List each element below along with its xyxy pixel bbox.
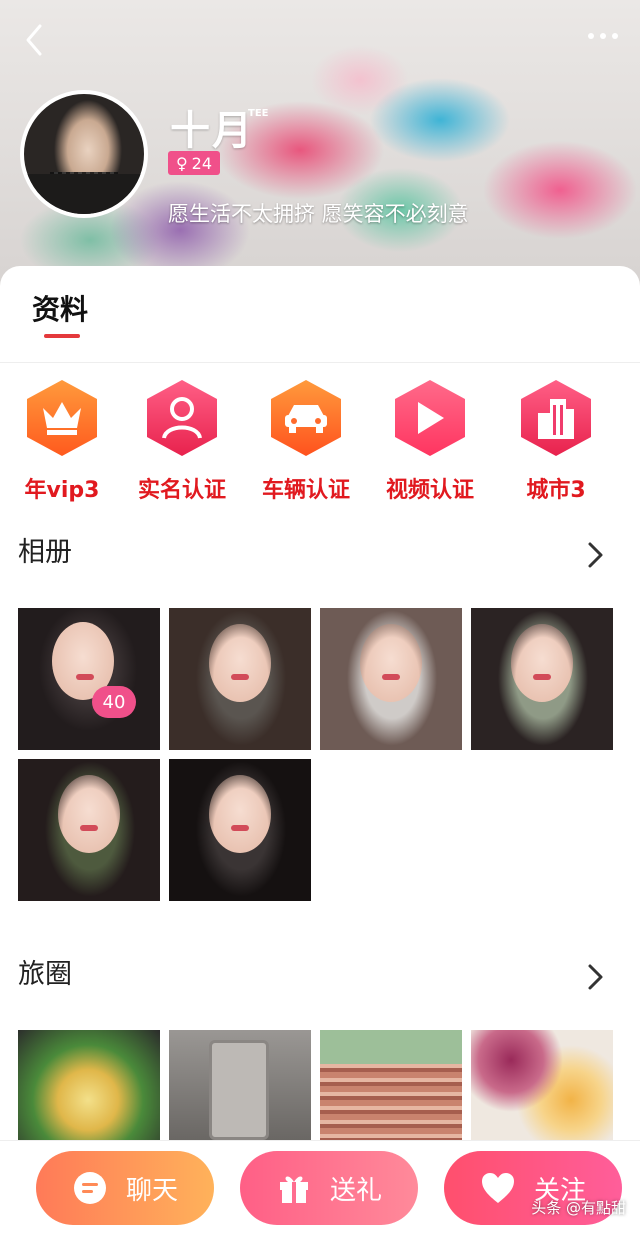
- badge-vehicle[interactable]: 车辆认证: [244, 380, 368, 510]
- tab-profile[interactable]: 资料: [32, 288, 88, 328]
- profile-header: 十月 TEE ♀ 24 愿生活不太拥挤 愿笑容不必刻意: [0, 0, 640, 290]
- album-photo[interactable]: [18, 608, 160, 750]
- person-icon: [147, 380, 217, 456]
- moments-more-chevron-icon[interactable]: [584, 962, 606, 992]
- chat-bubble-icon: [72, 1170, 108, 1206]
- badge-label: 车辆认证: [261, 478, 350, 503]
- album-title: 相册: [18, 537, 72, 568]
- name-tag: TEE: [248, 108, 269, 119]
- car-icon: [271, 380, 341, 456]
- album-photo[interactable]: [471, 608, 613, 750]
- badge-real-name[interactable]: 实名认证: [120, 380, 244, 510]
- badge-label: 年vip3: [24, 478, 100, 503]
- nickname: 十月: [170, 108, 254, 154]
- building-icon: [521, 380, 591, 456]
- moments-title: 旅圈: [18, 959, 72, 990]
- profile-card: 资料 年vip3 实名认证 车辆认证 视频认证 城市3 相册 旅圈 40: [0, 266, 640, 1233]
- avatar[interactable]: [20, 90, 148, 218]
- badge-row: 年vip3 实名认证 车辆认证 视频认证 城市3: [0, 380, 640, 510]
- gift-icon: [276, 1170, 312, 1206]
- crown-icon: [27, 380, 97, 456]
- more-options-icon[interactable]: [588, 30, 622, 42]
- moment-photo[interactable]: [18, 1030, 160, 1140]
- album-photo[interactable]: [169, 608, 311, 750]
- play-icon: [395, 380, 465, 456]
- badge-city[interactable]: 城市3: [494, 380, 618, 510]
- divider: [0, 362, 640, 363]
- album-photo[interactable]: [18, 759, 160, 901]
- age-badge: ♀ 24: [168, 151, 220, 175]
- chat-button[interactable]: 聊天: [36, 1151, 214, 1225]
- moments-count-badge: 40: [92, 686, 136, 718]
- tab-indicator: [44, 334, 80, 338]
- watermark: 头条 @有點甜: [531, 1199, 626, 1217]
- female-icon: ♀: [175, 153, 188, 173]
- badge-label: 实名认证: [137, 478, 226, 503]
- badge-video[interactable]: 视频认证: [368, 380, 492, 510]
- gift-button[interactable]: 送礼: [240, 1151, 418, 1225]
- badge-label: 城市3: [526, 478, 586, 503]
- bottom-action-bar: 聊天 送礼 关注: [0, 1140, 640, 1233]
- back-icon[interactable]: [20, 22, 50, 58]
- album-photo[interactable]: [169, 759, 311, 901]
- gift-label: 送礼: [329, 1175, 382, 1206]
- badge-vip[interactable]: 年vip3: [0, 380, 124, 510]
- moment-photo[interactable]: [169, 1030, 311, 1140]
- age-value: 24: [191, 153, 213, 173]
- badge-label: 视频认证: [385, 478, 474, 503]
- moment-photo[interactable]: [320, 1030, 462, 1140]
- chat-label: 聊天: [125, 1175, 178, 1206]
- album-more-chevron-icon[interactable]: [584, 540, 606, 570]
- signature: 愿生活不太拥挤 愿笑容不必刻意: [168, 202, 469, 226]
- moment-photo[interactable]: [471, 1030, 613, 1140]
- album-photo[interactable]: [320, 608, 462, 750]
- heart-icon: [480, 1170, 516, 1206]
